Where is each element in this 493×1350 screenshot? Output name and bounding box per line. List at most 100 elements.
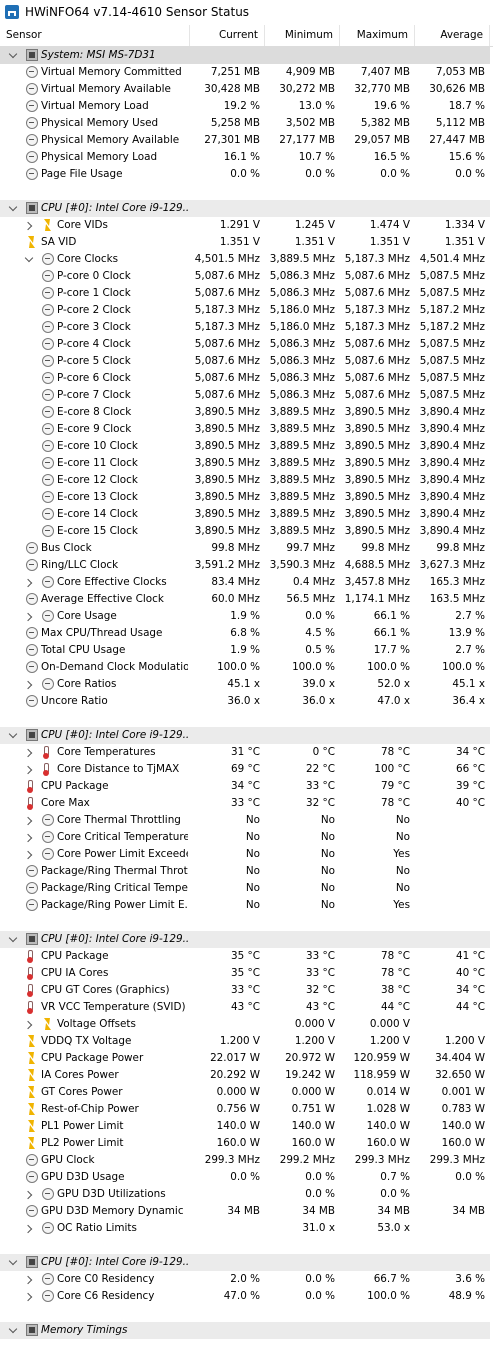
- chevron-right-icon[interactable]: [24, 676, 34, 693]
- chevron-down-icon[interactable]: [24, 251, 34, 268]
- sensor-row[interactable]: P-core 2 Clock 5,187.3 MHz 5,186.0 MHz 5,18…: [0, 302, 490, 319]
- sensor-row[interactable]: P-core 3 Clock 5,187.3 MHz 5,186.0 MHz 5,18…: [0, 319, 490, 336]
- sensor-row[interactable]: E-core 9 Clock 3,890.5 MHz 3,889.5 MHz 3,89…: [0, 421, 490, 438]
- sensor-row[interactable]: Package/Ring Critical Tempe... No No No: [0, 880, 490, 897]
- chevron-right-icon[interactable]: [24, 608, 34, 625]
- chevron-down-icon[interactable]: [8, 931, 18, 948]
- sensor-row[interactable]: P-core 4 Clock 5,087.6 MHz 5,086.3 MHz 5,08…: [0, 336, 490, 353]
- sensor-row[interactable]: P-core 6 Clock 5,087.6 MHz 5,086.3 MHz 5,08…: [0, 370, 490, 387]
- sensor-row[interactable]: OC Ratio Limits 31.0 x 53.0 x: [0, 1220, 490, 1237]
- sensor-row[interactable]: Physical Memory Available 27,301 MB 27,177…: [0, 132, 490, 149]
- sensor-group-header[interactable]: CPU [#0]: Intel Core i9-129...: [0, 727, 490, 744]
- sensor-row[interactable]: SA VID 1.351 V 1.351 V 1.351 V 1.351 V: [0, 234, 490, 251]
- sensor-row[interactable]: Core Distance to TjMAX 69 °C 22 °C 100 °C 66…: [0, 761, 490, 778]
- sensor-row[interactable]: E-core 15 Clock 3,890.5 MHz 3,889.5 MHz 3,8…: [0, 523, 490, 540]
- sensor-label: Core C0 Residency: [57, 1273, 155, 1285]
- sensor-row[interactable]: IA Cores Power 20.292 W 19.242 W 118.959 W 3…: [0, 1067, 490, 1084]
- chevron-right-icon[interactable]: [24, 812, 34, 829]
- sensor-row[interactable]: GPU D3D Memory Dynamic 34 MB 34 MB 34 MB 34 …: [0, 1203, 490, 1220]
- sensor-row[interactable]: PL1 Power Limit 140.0 W 140.0 W 140.0 W 140.…: [0, 1118, 490, 1135]
- sensor-row[interactable]: Page File Usage 0.0 % 0.0 % 0.0 % 0.0 %: [0, 166, 490, 183]
- chevron-right-icon[interactable]: [24, 761, 34, 778]
- sensor-row[interactable]: P-core 7 Clock 5,087.6 MHz 5,086.3 MHz 5,08…: [0, 387, 490, 404]
- sensor-row[interactable]: GPU D3D Usage 0.0 % 0.0 % 0.7 % 0.0 %: [0, 1169, 490, 1186]
- sensor-row[interactable]: Core Thermal Throttling No No No: [0, 812, 490, 829]
- sensor-row[interactable]: P-core 0 Clock 5,087.6 MHz 5,086.3 MHz 5,08…: [0, 268, 490, 285]
- sensor-row[interactable]: CPU GT Cores (Graphics) 33 °C 32 °C 38 °C 34…: [0, 982, 490, 999]
- chevron-right-icon[interactable]: [24, 1186, 34, 1203]
- sensor-row[interactable]: Core Temperatures 31 °C 0 °C 78 °C 34 °C: [0, 744, 490, 761]
- sensor-row[interactable]: E-core 13 Clock 3,890.5 MHz 3,889.5 MHz 3,8…: [0, 489, 490, 506]
- sensor-row[interactable]: PL2 Power Limit 160.0 W 160.0 W 160.0 W 160.…: [0, 1135, 490, 1152]
- sensor-row[interactable]: VR VCC Temperature (SVID) 43 °C 43 °C 44 °C…: [0, 999, 490, 1016]
- sensor-row[interactable]: CPU Package 35 °C 33 °C 78 °C 41 °C: [0, 948, 490, 965]
- sensor-row[interactable]: On-Demand Clock Modulation 100.0 % 100.0 %…: [0, 659, 490, 676]
- chevron-down-icon[interactable]: [8, 727, 18, 744]
- chevron-right-icon[interactable]: [24, 217, 34, 234]
- sensor-row[interactable]: Max CPU/Thread Usage 6.8 % 4.5 % 66.1 % 13.9…: [0, 625, 490, 642]
- sensor-row[interactable]: Core Critical Temperature No No No: [0, 829, 490, 846]
- sensor-row[interactable]: P-core 5 Clock 5,087.6 MHz 5,086.3 MHz 5,08…: [0, 353, 490, 370]
- chevron-right-icon[interactable]: [24, 744, 34, 761]
- column-header-maximum[interactable]: Maximum: [340, 25, 415, 46]
- sensor-row[interactable]: Core Usage 1.9 % 0.0 % 66.1 % 2.7 %: [0, 608, 490, 625]
- value-minimum: 39.0 x: [302, 678, 335, 690]
- sensor-row[interactable]: Average Effective Clock 60.0 MHz 56.5 MHz 1…: [0, 591, 490, 608]
- sensor-row[interactable]: CPU Package Power 22.017 W 20.972 W 120.959…: [0, 1050, 490, 1067]
- chevron-down-icon[interactable]: [8, 1254, 18, 1271]
- column-header-minimum[interactable]: Minimum: [265, 25, 340, 46]
- sensor-row[interactable]: Core Ratios 45.1 x 39.0 x 52.0 x 45.1 x: [0, 676, 490, 693]
- sensor-row[interactable]: GPU D3D Utilizations 0.0 % 0.0 %: [0, 1186, 490, 1203]
- chevron-right-icon[interactable]: [24, 574, 34, 591]
- sensor-group-header[interactable]: Memory Timings: [0, 1322, 490, 1339]
- sensor-row[interactable]: Ring/LLC Clock 3,591.2 MHz 3,590.3 MHz 4,68…: [0, 557, 490, 574]
- sensor-group-header[interactable]: CPU [#0]: Intel Core i9-129...: [0, 931, 490, 948]
- sensor-row[interactable]: Virtual Memory Committed 7,251 MB 4,909 MB…: [0, 64, 490, 81]
- sensor-row[interactable]: Package/Ring Power Limit E... No No Yes: [0, 897, 490, 914]
- sensor-group-header[interactable]: System: MSI MS-7D31: [0, 47, 490, 64]
- chevron-right-icon[interactable]: [24, 1271, 34, 1288]
- sensor-group-header[interactable]: CPU [#0]: Intel Core i9-129...: [0, 1254, 490, 1271]
- sensor-row[interactable]: CPU IA Cores 35 °C 33 °C 78 °C 40 °C: [0, 965, 490, 982]
- sensor-row[interactable]: Bus Clock 99.8 MHz 99.7 MHz 99.8 MHz 99.8 MH…: [0, 540, 490, 557]
- sensor-row[interactable]: Physical Memory Load 16.1 % 10.7 % 16.5 % 15…: [0, 149, 490, 166]
- sensor-row[interactable]: Physical Memory Used 5,258 MB 3,502 MB 5,38…: [0, 115, 490, 132]
- sensor-row[interactable]: Rest-of-Chip Power 0.756 W 0.751 W 1.028 W 0…: [0, 1101, 490, 1118]
- chevron-right-icon[interactable]: [24, 829, 34, 846]
- sensor-row[interactable]: Uncore Ratio 36.0 x 36.0 x 47.0 x 36.4 x: [0, 693, 490, 710]
- chevron-down-icon[interactable]: [8, 200, 18, 217]
- sensor-row[interactable]: Core C6 Residency 47.0 % 0.0 % 100.0 % 48.9 …: [0, 1288, 490, 1305]
- chevron-right-icon[interactable]: [24, 1016, 34, 1033]
- sensor-group-header[interactable]: CPU [#0]: Intel Core i9-129...: [0, 200, 490, 217]
- sensor-row[interactable]: E-core 11 Clock 3,890.5 MHz 3,889.5 MHz 3,8…: [0, 455, 490, 472]
- chevron-right-icon[interactable]: [24, 846, 34, 863]
- sensor-row[interactable]: Core Effective Clocks 83.4 MHz 0.4 MHz 3,45…: [0, 574, 490, 591]
- value-minimum: 1.351 V: [294, 236, 335, 248]
- sensor-row[interactable]: GT Cores Power 0.000 W 0.000 W 0.014 W 0.001…: [0, 1084, 490, 1101]
- sensor-row[interactable]: Virtual Memory Available 30,428 MB 30,272 …: [0, 81, 490, 98]
- sensor-row[interactable]: E-core 12 Clock 3,890.5 MHz 3,889.5 MHz 3,8…: [0, 472, 490, 489]
- sensor-row[interactable]: E-core 10 Clock 3,890.5 MHz 3,889.5 MHz 3,8…: [0, 438, 490, 455]
- sensor-row[interactable]: E-core 14 Clock 3,890.5 MHz 3,889.5 MHz 3,8…: [0, 506, 490, 523]
- sensor-row[interactable]: Package/Ring Thermal Throt... No No No: [0, 863, 490, 880]
- chevron-down-icon[interactable]: [8, 47, 18, 64]
- chevron-right-icon[interactable]: [24, 1220, 34, 1237]
- chevron-right-icon[interactable]: [24, 1288, 34, 1305]
- sensor-row[interactable]: Voltage Offsets 0.000 V 0.000 V: [0, 1016, 490, 1033]
- sensor-row[interactable]: GPU Clock 299.3 MHz 299.2 MHz 299.3 MHz 299.…: [0, 1152, 490, 1169]
- sensor-row[interactable]: Virtual Memory Load 19.2 % 13.0 % 19.6 % 18.…: [0, 98, 490, 115]
- column-header-sensor[interactable]: Sensor: [0, 25, 190, 46]
- sensor-row[interactable]: Core Max 33 °C 32 °C 78 °C 40 °C: [0, 795, 490, 812]
- sensor-row[interactable]: VDDQ TX Voltage 1.200 V 1.200 V 1.200 V 1.20…: [0, 1033, 490, 1050]
- sensor-row[interactable]: P-core 1 Clock 5,087.6 MHz 5,086.3 MHz 5,08…: [0, 285, 490, 302]
- sensor-row[interactable]: Core VIDs 1.291 V 1.245 V 1.474 V 1.334 V: [0, 217, 490, 234]
- sensor-row[interactable]: CPU Package 34 °C 33 °C 79 °C 39 °C: [0, 778, 490, 795]
- sensor-row[interactable]: E-core 8 Clock 3,890.5 MHz 3,889.5 MHz 3,89…: [0, 404, 490, 421]
- sensor-row[interactable]: Core C0 Residency 2.0 % 0.0 % 66.7 % 3.6 %: [0, 1271, 490, 1288]
- sensor-row[interactable]: Core Clocks 4,501.5 MHz 3,889.5 MHz 5,187.3…: [0, 251, 490, 268]
- chevron-down-icon[interactable]: [8, 1322, 18, 1339]
- column-header-average[interactable]: Average: [415, 25, 490, 46]
- sensor-row[interactable]: Total CPU Usage 1.9 % 0.5 % 17.7 % 2.7 %: [0, 642, 490, 659]
- sensor-row[interactable]: Core Power Limit Exceeded No No Yes: [0, 846, 490, 863]
- column-header-current[interactable]: Current: [190, 25, 265, 46]
